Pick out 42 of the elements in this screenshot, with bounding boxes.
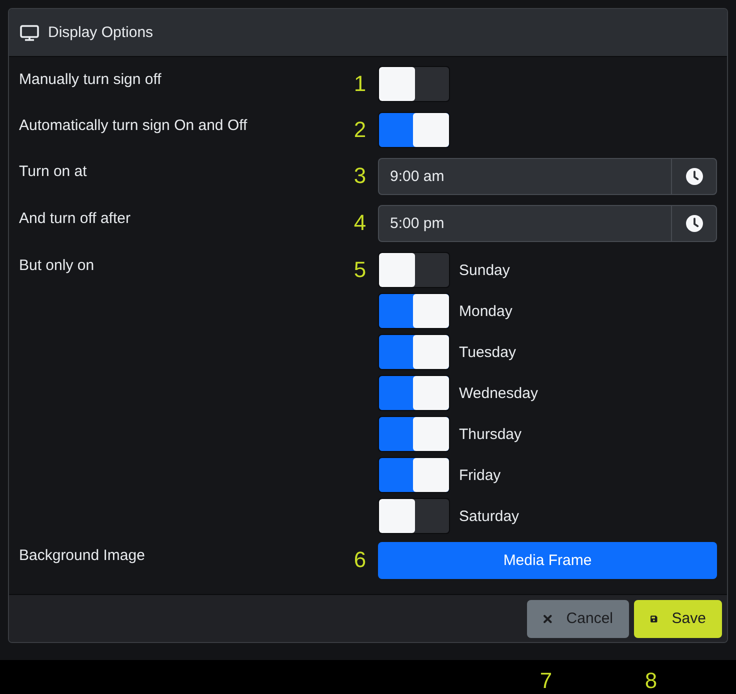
clock-button[interactable]: [671, 205, 717, 242]
toggle-switch[interactable]: [378, 375, 450, 411]
clock-icon: [686, 168, 702, 185]
setting-label: Background Image: [19, 546, 146, 564]
save-button[interactable]: Save: [634, 600, 722, 638]
time-field[interactable]: 9:00 am: [378, 158, 671, 195]
setting-label: Manually turn sign off: [19, 70, 162, 88]
callout-number: 5: [354, 256, 366, 284]
day-label: Tuesday: [459, 344, 516, 360]
day-label: Wednesday: [459, 384, 538, 402]
toggle-switch[interactable]: [378, 66, 450, 102]
close-icon: [543, 612, 552, 624]
toggle-switch[interactable]: [378, 293, 450, 329]
monitor-icon: [20, 24, 39, 40]
toggle-switch[interactable]: [378, 457, 450, 493]
callout-number: 3: [354, 162, 366, 190]
callout-number: 2: [354, 116, 366, 144]
setting-label: And turn off after: [19, 209, 132, 227]
time-field[interactable]: 5:00 pm: [378, 205, 671, 242]
setting-label: But only on: [19, 256, 96, 274]
day-label: Thursday: [459, 426, 522, 442]
toggle-switch[interactable]: [378, 498, 450, 534]
toggle-switch[interactable]: [378, 252, 450, 288]
day-label: Monday: [459, 302, 512, 320]
day-label: Friday: [459, 466, 501, 484]
callout-number: 4: [354, 209, 366, 237]
toggle-switch[interactable]: [378, 416, 450, 452]
callout-number: 1: [354, 70, 366, 98]
clock-button[interactable]: [671, 158, 717, 195]
callout-number: 6: [354, 546, 366, 574]
day-label: Saturday: [459, 508, 520, 524]
setting-label: Turn on at: [19, 162, 88, 180]
panel-title: Display Options: [48, 24, 154, 41]
callout-number: 7: [538, 668, 554, 694]
media-frame-button[interactable]: Media Frame: [378, 542, 717, 579]
toggle-switch[interactable]: [378, 334, 450, 370]
toggle-switch[interactable]: [378, 112, 450, 148]
day-label: Sunday: [459, 262, 510, 278]
cancel-button[interactable]: Cancel: [527, 600, 629, 638]
setting-label: Automatically turn sign On and Off: [19, 116, 248, 134]
clock-icon: [686, 215, 702, 232]
callout-number: 8: [644, 668, 658, 694]
